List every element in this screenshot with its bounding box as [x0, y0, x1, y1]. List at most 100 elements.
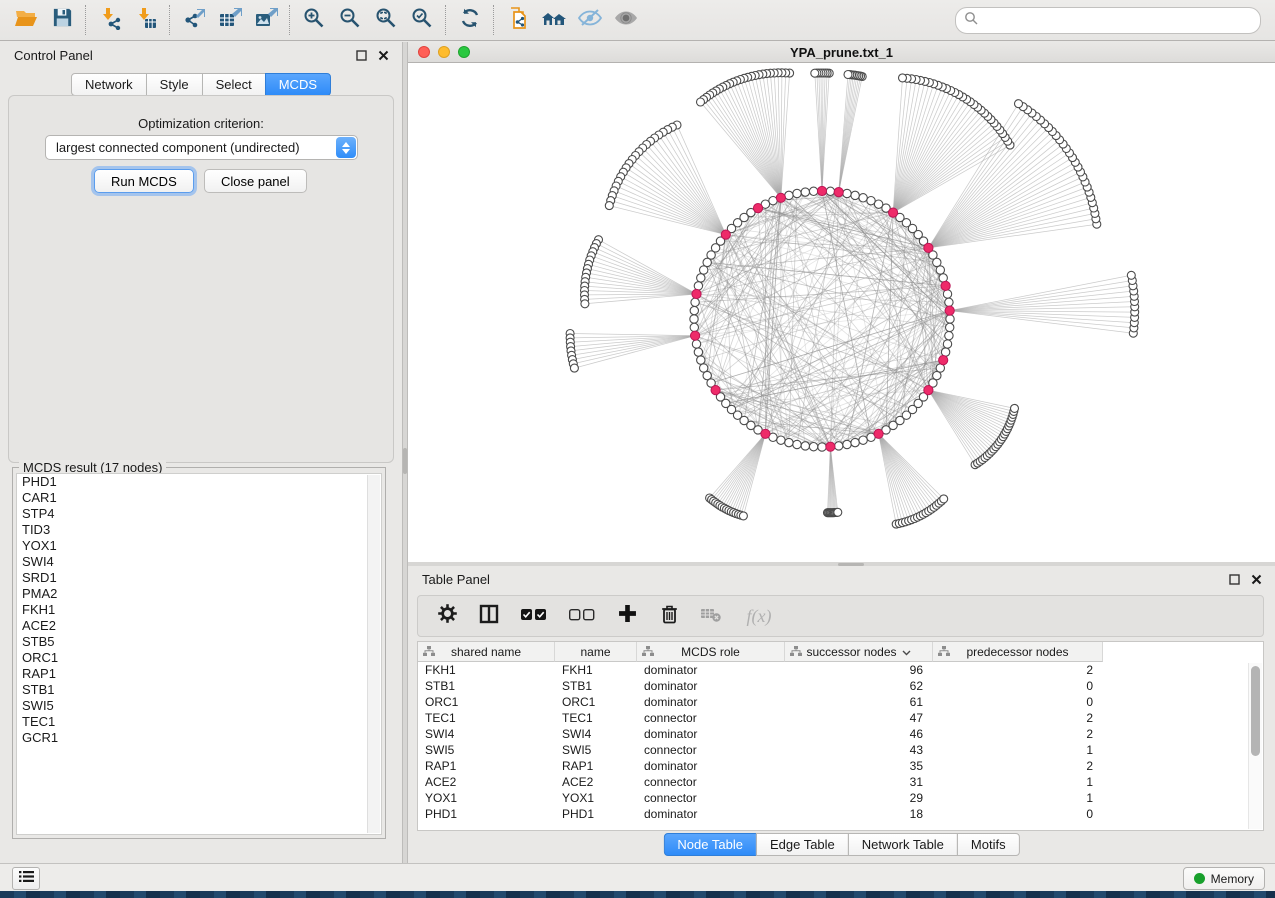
toolbar-separator [289, 5, 291, 35]
list-item[interactable]: FKH1 [17, 602, 381, 618]
shared-column-icon [423, 646, 435, 660]
list-item[interactable]: RAP1 [17, 666, 381, 682]
list-item[interactable]: PMA2 [17, 586, 381, 602]
add-column-button[interactable] [616, 605, 638, 627]
list-item[interactable]: STB1 [17, 682, 381, 698]
run-mcds-button[interactable]: Run MCDS [94, 169, 194, 193]
zoom-selected-button[interactable] [404, 4, 440, 36]
table-cell: dominator [637, 807, 785, 821]
column-header-successor-nodes[interactable]: successor nodes [785, 642, 933, 662]
table-toolbar: f(x) [417, 595, 1264, 637]
delete-table-button[interactable] [700, 605, 722, 627]
list-item[interactable]: GCR1 [17, 730, 381, 746]
function-builder-button[interactable]: f(x) [742, 605, 776, 627]
column-header-shared-name[interactable]: shared name [418, 642, 555, 662]
export-image-button[interactable] [248, 4, 284, 36]
table-cell: 31 [785, 775, 933, 789]
table-cell: YOX1 [555, 791, 637, 805]
table-row[interactable]: SWI4SWI4dominator462 [418, 726, 1263, 742]
clone-network-button[interactable] [500, 4, 536, 36]
column-header-name[interactable]: name [555, 642, 637, 662]
tab-node-table[interactable]: Node Table [663, 833, 757, 856]
scrollbar-thumb[interactable] [1251, 666, 1260, 756]
list-item[interactable]: ORC1 [17, 650, 381, 666]
search-input[interactable] [983, 12, 1252, 29]
float-panel-button[interactable] [355, 49, 368, 62]
zoom-out-button[interactable] [332, 4, 368, 36]
fx-icon: f(x) [747, 606, 772, 627]
list-item[interactable]: STB5 [17, 634, 381, 650]
delete-columns-button[interactable] [658, 605, 680, 627]
deselect-all-button[interactable] [568, 605, 596, 627]
refresh-view-button[interactable] [452, 4, 488, 36]
close-panel-button[interactable] [1250, 573, 1263, 586]
tab-edge-table[interactable]: Edge Table [756, 833, 849, 856]
table-row[interactable]: TEC1TEC1connector472 [418, 710, 1263, 726]
show-hidden-button[interactable] [608, 4, 644, 36]
column-header-MCDS-role[interactable]: MCDS role [637, 642, 785, 662]
tab-network[interactable]: Network [71, 73, 147, 96]
list-item[interactable]: TID3 [17, 522, 381, 538]
list-item[interactable]: CAR1 [17, 490, 381, 506]
table-row[interactable]: SWI5SWI5connector431 [418, 742, 1263, 758]
mcds-result-list[interactable]: PHD1CAR1STP4TID3YOX1SWI4SRD1PMA2FKH1ACE2… [16, 473, 382, 835]
list-item[interactable]: ACE2 [17, 618, 381, 634]
network-canvas[interactable] [408, 63, 1275, 562]
list-item[interactable]: SWI4 [17, 554, 381, 570]
first-neighbors-button[interactable] [536, 4, 572, 36]
table-cell: 0 [933, 679, 1103, 693]
list-item[interactable]: TEC1 [17, 714, 381, 730]
close-mcds-panel-button[interactable]: Close panel [204, 169, 307, 193]
tab-motifs[interactable]: Motifs [957, 833, 1020, 856]
table-mode-button[interactable] [436, 605, 458, 627]
list-item[interactable]: SRD1 [17, 570, 381, 586]
list-item[interactable]: SWI5 [17, 698, 381, 714]
toolbar-separator [169, 5, 171, 35]
list-item[interactable]: STP4 [17, 506, 381, 522]
float-panel-button[interactable] [1228, 573, 1241, 586]
optimization-criterion-select[interactable]: largest connected component (undirected) [45, 135, 358, 160]
export-table-button[interactable] [212, 4, 248, 36]
tab-mcds[interactable]: MCDS [265, 73, 331, 96]
refresh-icon [458, 6, 482, 35]
table-row[interactable]: ORC1ORC1dominator610 [418, 694, 1263, 710]
main-toolbar [0, 0, 1275, 41]
import-table-button[interactable] [128, 4, 164, 36]
table-cell: 2 [933, 727, 1103, 741]
import-network-button[interactable] [92, 4, 128, 36]
table-cell: SWI5 [555, 743, 637, 757]
column-header-predecessor-nodes[interactable]: predecessor nodes [933, 642, 1103, 662]
mcds-list-scrollbar[interactable] [367, 475, 380, 833]
list-item[interactable]: YOX1 [17, 538, 381, 554]
select-all-button[interactable] [520, 605, 548, 627]
splitter-handle[interactable] [403, 448, 407, 474]
node-table-body: FKH1FKH1dominator962STB1STB1dominator620… [418, 662, 1263, 830]
control-panel-titlebar: Control Panel [0, 42, 402, 68]
memory-button[interactable]: Memory [1183, 867, 1265, 890]
tab-network-table[interactable]: Network Table [848, 833, 958, 856]
task-history-button[interactable] [12, 867, 40, 890]
table-row[interactable]: YOX1YOX1connector291 [418, 790, 1263, 806]
table-scrollbar[interactable] [1248, 663, 1262, 829]
show-columns-button[interactable] [478, 605, 500, 627]
table-row[interactable]: ACE2ACE2connector311 [418, 774, 1263, 790]
node-table-header: shared namenameMCDS rolesuccessor nodesp… [418, 642, 1103, 662]
table-row[interactable]: PHD1PHD1dominator180 [418, 806, 1263, 822]
zoom-in-button[interactable] [296, 4, 332, 36]
save-session-button[interactable] [44, 4, 80, 36]
export-image-icon [254, 6, 279, 35]
open-file-button[interactable] [8, 4, 44, 36]
table-row[interactable]: STB1STB1dominator620 [418, 678, 1263, 694]
zoom-fit-button[interactable] [368, 4, 404, 36]
table-cell: 29 [785, 791, 933, 805]
table-row[interactable]: FKH1FKH1dominator962 [418, 662, 1263, 678]
tab-style[interactable]: Style [146, 73, 203, 96]
close-panel-button[interactable] [377, 49, 390, 62]
tab-select[interactable]: Select [202, 73, 266, 96]
hide-selected-button[interactable] [572, 4, 608, 36]
list-item[interactable]: PHD1 [17, 474, 381, 490]
table-row[interactable]: RAP1RAP1dominator352 [418, 758, 1263, 774]
table-cell: 2 [933, 663, 1103, 677]
save-icon [51, 6, 74, 34]
export-network-button[interactable] [176, 4, 212, 36]
